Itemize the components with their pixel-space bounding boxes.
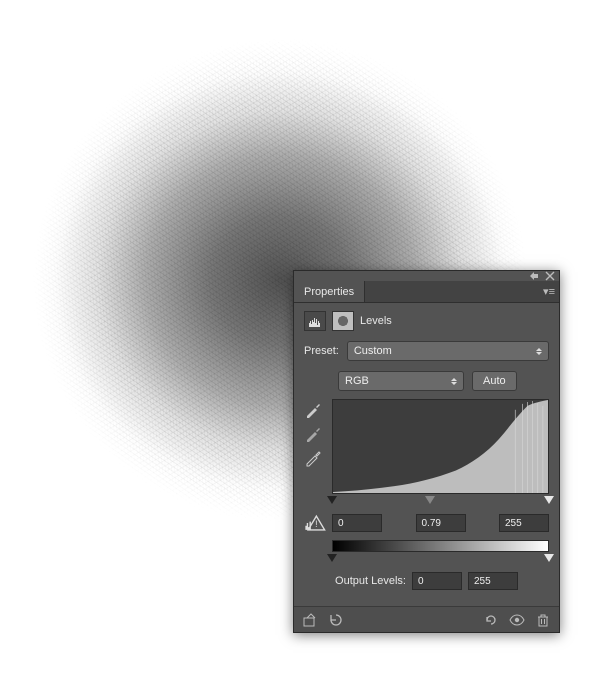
channel-row: RGB Auto (338, 371, 549, 391)
channel-select[interactable]: RGB (338, 371, 464, 391)
reset-icon[interactable] (483, 612, 499, 628)
input-values-row: ! 0 0.79 255 (304, 512, 549, 534)
layer-mask-icon[interactable] (332, 311, 354, 331)
output-values-row: Output Levels: 0 255 (304, 572, 549, 590)
input-gamma-handle[interactable] (425, 496, 435, 504)
eyedropper-black-icon[interactable] (304, 401, 322, 419)
preset-select[interactable]: Custom (347, 341, 549, 361)
output-white-field[interactable]: 255 (468, 572, 518, 590)
properties-panel: Properties ▾≡ Levels Preset: Custom RGB (293, 270, 560, 633)
channel-value: RGB (345, 375, 369, 387)
input-white-field[interactable]: 255 (499, 514, 549, 532)
auto-button[interactable]: Auto (472, 371, 517, 391)
clip-to-layer-icon[interactable] (302, 612, 318, 628)
panel-menu-icon[interactable]: ▾≡ (539, 285, 559, 298)
input-gamma-field[interactable]: 0.79 (416, 514, 466, 532)
input-black-field[interactable]: 0 (332, 514, 382, 532)
collapse-icon[interactable] (529, 271, 539, 281)
tab-label: Properties (304, 286, 354, 298)
input-black-handle[interactable] (327, 496, 337, 504)
input-white-handle[interactable] (544, 496, 554, 504)
svg-text:!: ! (315, 519, 318, 530)
output-black-handle[interactable] (327, 554, 337, 562)
close-icon[interactable] (545, 271, 555, 281)
dropdown-caret-icon (451, 378, 457, 385)
auto-label: Auto (483, 375, 506, 387)
panel-footer (294, 606, 559, 632)
panel-titlebar[interactable] (294, 271, 559, 281)
output-label: Output Levels: (335, 575, 406, 587)
eyedropper-white-icon[interactable] (304, 449, 322, 467)
tab-properties[interactable]: Properties (294, 281, 365, 302)
preset-value: Custom (354, 345, 392, 357)
previous-state-icon[interactable] (328, 612, 344, 628)
tabstrip: Properties ▾≡ (294, 281, 559, 303)
trash-icon[interactable] (535, 612, 551, 628)
visibility-icon[interactable] (509, 612, 525, 628)
clip-warning-icon[interactable]: ! (304, 512, 326, 534)
panel-body: Levels Preset: Custom RGB Auto (294, 303, 559, 606)
levels-icon[interactable] (304, 311, 326, 331)
eyedropper-gray-icon[interactable] (304, 425, 322, 443)
preset-label: Preset: (304, 345, 339, 357)
output-black-field[interactable]: 0 (412, 572, 462, 590)
output-slider[interactable] (332, 554, 549, 564)
histogram-area (304, 399, 549, 494)
output-white-handle[interactable] (544, 554, 554, 562)
output-gradient (332, 540, 549, 552)
input-slider[interactable] (332, 496, 549, 506)
preset-row: Preset: Custom (304, 341, 549, 361)
eyedropper-group (304, 399, 326, 494)
dropdown-caret-icon (536, 348, 542, 355)
adjustment-title: Levels (360, 315, 392, 327)
histogram[interactable] (332, 399, 549, 494)
adjustment-header: Levels (304, 311, 549, 331)
